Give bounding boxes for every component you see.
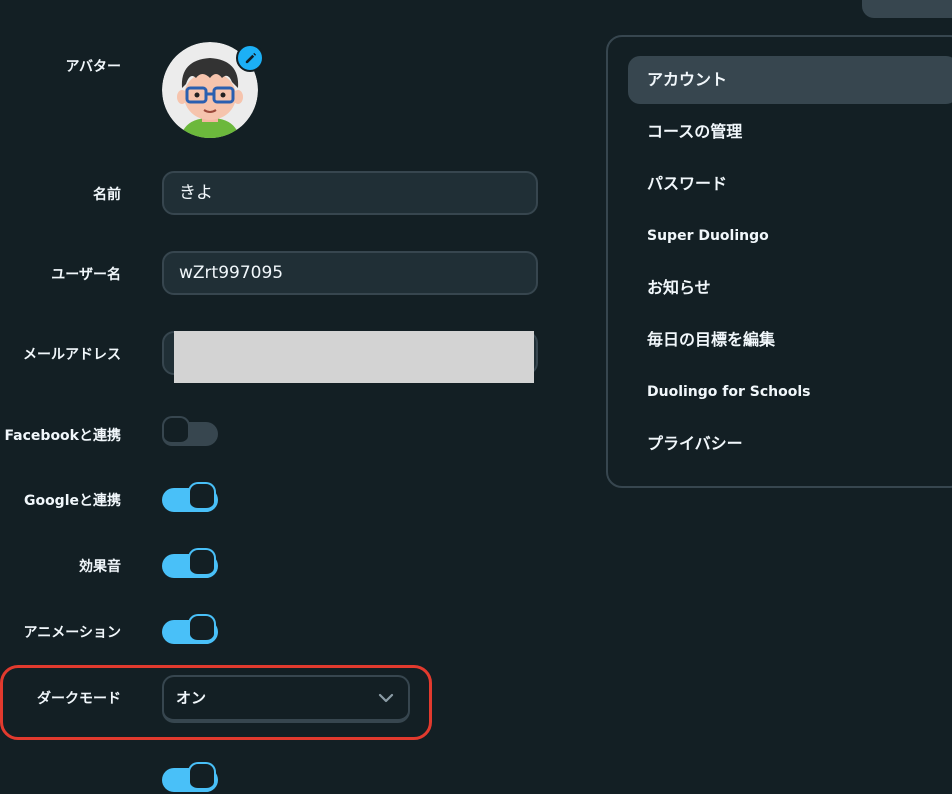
toggle-knob: [188, 614, 216, 644]
chevron-down-icon: [378, 693, 394, 703]
toggle-knob: [162, 416, 190, 446]
facebook-label: Facebookと連携: [4, 428, 121, 444]
nav-item-privacy[interactable]: プライバシー: [628, 420, 952, 468]
nav-item-account[interactable]: アカウント: [628, 56, 952, 104]
redacted-email: [174, 331, 534, 383]
username-label: ユーザー名: [51, 267, 121, 283]
name-field[interactable]: きよ: [162, 171, 538, 215]
google-label: Googleと連携: [23, 493, 121, 509]
next-setting-toggle[interactable]: [162, 762, 218, 794]
animation-label: アニメーション: [23, 625, 121, 641]
email-field[interactable]: [162, 331, 538, 383]
dark-mode-select[interactable]: オン: [162, 675, 410, 723]
nav-item-super-duolingo[interactable]: Super Duolingo: [628, 212, 952, 260]
toggle-knob: [188, 482, 216, 512]
email-label: メールアドレス: [23, 347, 121, 363]
animation-toggle[interactable]: [162, 614, 218, 646]
top-button-partial[interactable]: [862, 0, 952, 18]
avatar-label: アバター: [65, 59, 121, 75]
sound-toggle[interactable]: [162, 548, 218, 580]
facebook-toggle[interactable]: [162, 416, 218, 448]
toggle-knob: [188, 762, 216, 792]
toggle-knob: [188, 548, 216, 578]
nav-item-schools[interactable]: Duolingo for Schools: [628, 368, 952, 416]
dark-mode-value: オン: [176, 689, 207, 707]
nav-item-courses[interactable]: コースの管理: [628, 108, 952, 156]
nav-item-notifications[interactable]: お知らせ: [628, 264, 952, 312]
name-value: きよ: [179, 183, 213, 203]
nav-item-password[interactable]: パスワード: [628, 160, 952, 208]
google-toggle[interactable]: [162, 482, 218, 514]
dark-mode-label: ダークモード: [37, 691, 121, 707]
nav-item-daily-goal[interactable]: 毎日の目標を編集: [628, 316, 952, 364]
name-label: 名前: [93, 187, 121, 203]
edit-avatar-button[interactable]: [236, 44, 264, 72]
username-field[interactable]: wZrt997095: [162, 251, 538, 295]
username-value: wZrt997095: [179, 263, 284, 283]
pencil-icon: [245, 52, 256, 63]
settings-nav-panel: アカウント コースの管理 パスワード Super Duolingo お知らせ 毎…: [606, 35, 952, 488]
sound-label: 効果音: [79, 559, 121, 575]
